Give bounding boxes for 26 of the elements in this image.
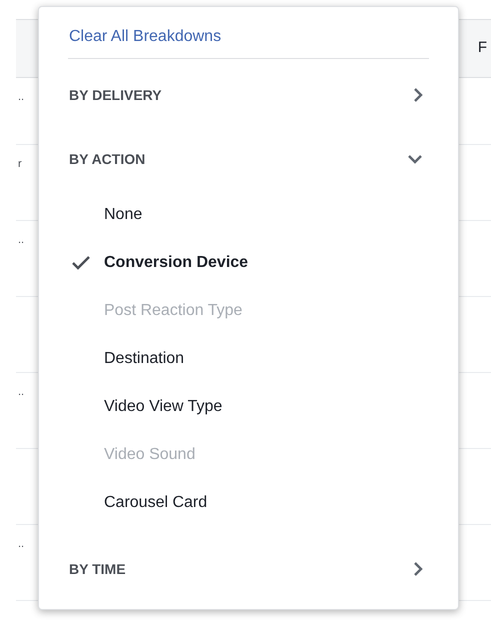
column-header: F [478,38,487,58]
option-label: Video Sound [104,445,196,465]
section-header[interactable]: BY DELIVERY [68,63,429,127]
chevron-down-icon [407,154,423,164]
clear-all-link[interactable]: Clear All Breakdowns [68,25,222,49]
menu-option[interactable]: None [68,191,429,239]
table-cell-text: .. [17,539,24,550]
menu-option[interactable]: Video View Type [68,383,429,431]
option-label: Post Reaction Type [104,301,242,321]
checkmark-icon [72,256,90,270]
table-cell-text: .. [17,235,24,246]
section-header[interactable]: BY TIME [68,537,429,601]
option-label: Conversion Device [104,253,248,273]
option-label: Video View Type [104,397,222,417]
option-label: Carousel Card [104,493,208,513]
menu-option[interactable]: Destination [68,335,429,383]
option-label: Destination [104,349,184,369]
menu-option[interactable]: Carousel Card [68,479,429,527]
chevron-right-icon [413,87,423,103]
table-cell-text: .. [17,92,24,103]
section-header[interactable]: BY ACTION [68,127,429,191]
table-cell-text: r [17,159,22,170]
table-cell-text: .. [17,387,24,398]
chevron-right-icon [413,561,423,577]
menu-option[interactable]: Conversion Device [68,239,429,287]
option-label: None [104,205,142,225]
